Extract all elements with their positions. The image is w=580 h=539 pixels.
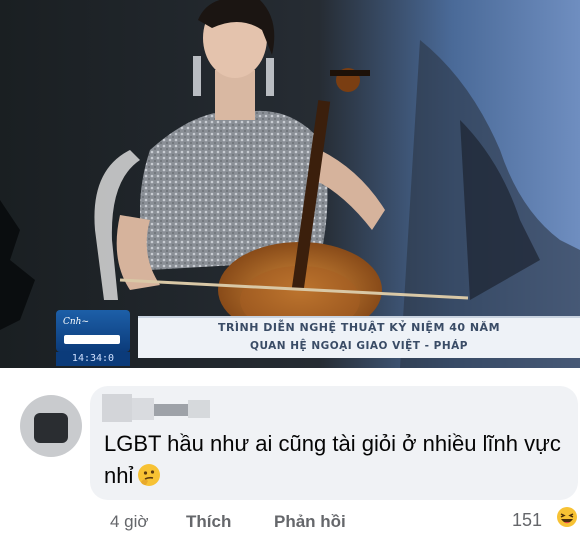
like-button[interactable]: Thích [186,512,231,532]
avatar-photo [34,413,68,443]
channel-logo-badge [64,335,120,344]
channel-logo: Cnh~ [56,310,130,352]
video-frame[interactable]: Cnh~ 14:34:0 TRÌNH DIỄN NGHỆ THUẬT KỶ NI… [0,0,580,368]
ticker-line-1: TRÌNH DIỄN NGHỆ THUẬT KỶ NIỆM 40 NĂM [217,321,501,334]
thinking-face-emoji [137,463,161,496]
ticker-line-2: QUAN HỆ NGOẠI GIAO VIỆT - PHÁP [250,340,468,352]
commenter-avatar[interactable] [20,395,82,457]
haha-react-icon[interactable] [556,506,578,533]
broadcast-clock: 14:34:0 [56,352,130,366]
comment-timestamp[interactable]: 4 giờ [110,512,149,532]
reaction-count[interactable]: 151 [512,510,542,531]
comment-body: LGBT hầu như ai cũng tài giỏi ở nhiều lĩ… [104,431,561,488]
comment-text: LGBT hầu như ai cũng tài giỏi ở nhiều lĩ… [104,428,564,496]
news-ticker: TRÌNH DIỄN NGHỆ THUẬT KỶ NIỆM 40 NĂM QUA… [138,316,580,358]
reply-button[interactable]: Phản hồi [274,512,346,532]
channel-logo-script: Cnh~ [63,317,90,327]
commenter-name-redacted[interactable] [102,392,210,422]
